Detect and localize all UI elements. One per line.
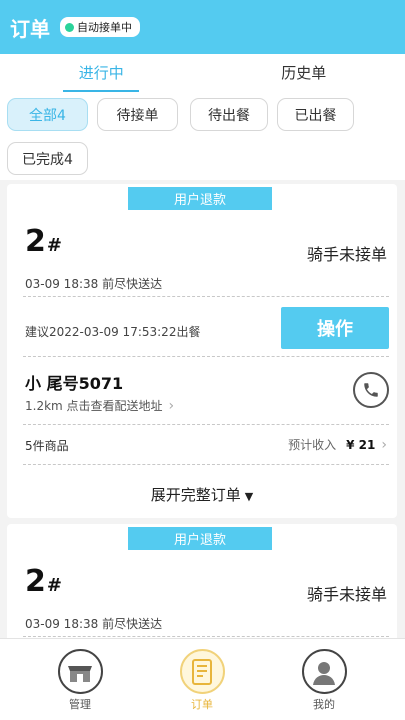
distance-text: 1.2km 点击查看配送地址 [25, 399, 163, 413]
filter-all[interactable]: 全部4 [7, 98, 88, 131]
auto-accept-badge[interactable]: 自动接单中 [60, 17, 140, 37]
nav-orders[interactable]: 订单 [172, 649, 232, 712]
filter-completed[interactable]: 已完成4 [7, 142, 88, 175]
income-amount: ¥ 21 [346, 437, 376, 452]
refund-tag: 用户退款 [128, 187, 272, 210]
status-dot-icon [65, 22, 74, 32]
customer-name: 小 尾号5071 [25, 374, 124, 393]
top-bar: 订单 自动接单中 [0, 0, 405, 54]
tab-history[interactable]: 历史单 [203, 54, 405, 92]
income-row[interactable]: 预计收入 ¥ 21 › [288, 436, 387, 453]
nav-orders-label: 订单 [191, 698, 213, 711]
delivery-time: 03-09 18:38 前尽快送达 [25, 617, 163, 631]
tab-in-progress[interactable]: 进行中 [0, 54, 203, 92]
chevron-down-icon: ▼ [244, 490, 254, 503]
phone-icon[interactable] [353, 372, 389, 408]
divider [23, 424, 389, 425]
chevron-right-icon: › [381, 436, 387, 453]
nav-manage[interactable]: 管理 [50, 649, 110, 712]
order-card[interactable]: 用户退款 2# 骑手未接单 03-09 18:38 前尽快送达 [7, 524, 397, 654]
refund-tag: 用户退款 [128, 527, 272, 550]
order-number: 2# [25, 224, 62, 259]
income-label: 预计收入 [288, 438, 337, 452]
rider-status: 骑手未接单 [306, 585, 387, 604]
nav-manage-label: 管理 [69, 698, 91, 711]
delivery-address-link[interactable]: 1.2km 点击查看配送地址 › [25, 397, 174, 414]
divider [23, 296, 389, 297]
filter-pending-cook[interactable]: 待出餐 [190, 98, 268, 131]
user-icon [301, 649, 347, 694]
rider-status: 骑手未接单 [306, 245, 387, 264]
suggest-cook-time: 建议2022-03-09 17:53:22出餐 [25, 325, 201, 339]
divider [23, 636, 389, 637]
filter-pending-accept[interactable]: 待接单 [97, 98, 178, 131]
nav-profile[interactable]: 我的 [294, 649, 354, 712]
store-icon [57, 649, 103, 694]
filter-cooked[interactable]: 已出餐 [277, 98, 354, 131]
order-card[interactable]: 用户退款 2# 骑手未接单 03-09 18:38 前尽快送达 建议2022-0… [7, 184, 397, 518]
order-list-icon [179, 649, 225, 694]
chevron-right-icon: › [168, 397, 175, 414]
goods-count[interactable]: 5件商品 [25, 437, 69, 454]
order-tabs: 进行中 历史单 [0, 54, 405, 92]
bottom-nav: 管理 订单 我的 [0, 638, 405, 720]
page-title: 订单 [10, 16, 50, 41]
divider [23, 356, 389, 357]
filter-bar: 全部4 待接单 待出餐 已出餐 已完成4 [0, 92, 405, 180]
order-number: 2# [25, 564, 62, 599]
operate-button[interactable]: 操作 [281, 307, 389, 349]
nav-profile-label: 我的 [313, 698, 335, 711]
delivery-time: 03-09 18:38 前尽快送达 [25, 277, 163, 291]
divider [23, 464, 389, 465]
expand-label: 展开完整订单 [150, 486, 241, 504]
auto-accept-label: 自动接单中 [77, 21, 132, 34]
expand-order-button[interactable]: 展开完整订单 ▼ [7, 484, 397, 505]
